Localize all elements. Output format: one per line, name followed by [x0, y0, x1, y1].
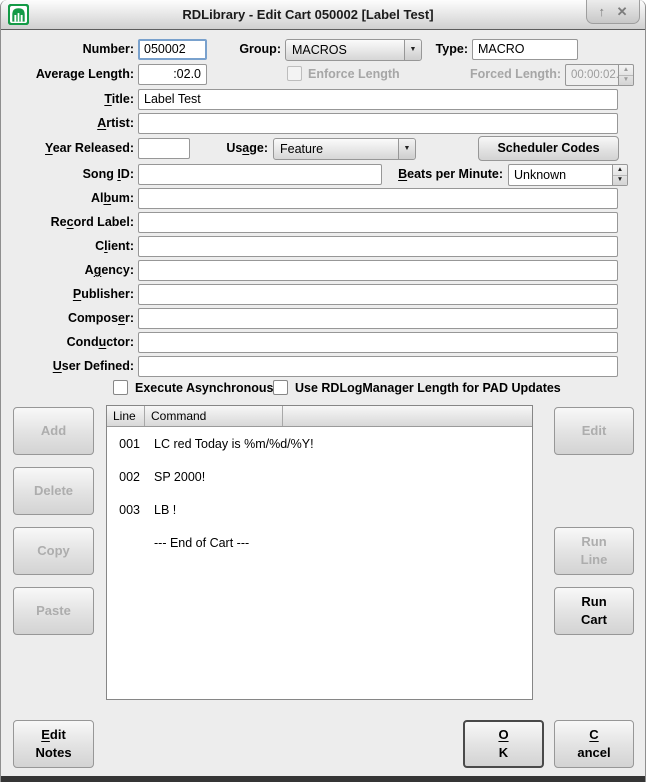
- spin-down-icon[interactable]: ▼: [619, 76, 633, 86]
- chevron-down-icon[interactable]: ▼: [398, 139, 415, 159]
- shade-window-icon[interactable]: ↑: [599, 5, 606, 18]
- scheduler-codes-button[interactable]: Scheduler Codes: [478, 136, 619, 161]
- client-input[interactable]: [138, 236, 618, 257]
- group-value: MACROS: [292, 43, 347, 57]
- column-header-command[interactable]: Command: [145, 406, 283, 426]
- add-button[interactable]: Add: [13, 407, 94, 455]
- ok-button[interactable]: OK: [463, 720, 544, 768]
- edit-button[interactable]: Edit: [554, 407, 634, 455]
- usage-label: Usage:: [205, 138, 268, 159]
- type-field: MACRO: [472, 39, 578, 60]
- window-controls: ↑ ✕: [586, 0, 640, 24]
- close-window-icon[interactable]: ✕: [617, 5, 628, 18]
- record-label-input[interactable]: [138, 212, 618, 233]
- macro-table-header: Line Command: [107, 406, 532, 427]
- artist-label: Artist:: [11, 113, 134, 134]
- macro-command: LC red Today is %m/%d/%Y!: [145, 437, 314, 451]
- beats-per-minute-value: Unknown: [514, 168, 566, 182]
- agency-label: Agency:: [11, 260, 134, 281]
- year-released-label: Year Released:: [11, 138, 134, 159]
- table-row[interactable]: --- End of Cart ---: [107, 526, 532, 559]
- edit-notes-label-2: Notes: [35, 744, 71, 762]
- song-id-label: Song ID:: [11, 164, 134, 185]
- album-input[interactable]: [138, 188, 618, 209]
- macro-line-number: 001: [107, 437, 145, 451]
- type-label: Type:: [405, 39, 468, 60]
- table-row[interactable]: 002 SP 2000!: [107, 460, 532, 493]
- cancel-button[interactable]: Cancel: [554, 720, 634, 768]
- record-label-label: Record Label:: [11, 212, 134, 233]
- copy-button[interactable]: Copy: [13, 527, 94, 575]
- spin-up-icon[interactable]: ▲: [613, 165, 627, 176]
- average-length-input[interactable]: :02.0: [138, 64, 207, 85]
- composer-input[interactable]: [138, 308, 618, 329]
- artist-input[interactable]: [138, 113, 618, 134]
- execute-asynchronously-checkbox[interactable]: [113, 380, 128, 395]
- album-label: Album:: [11, 188, 134, 209]
- publisher-input[interactable]: [138, 284, 618, 305]
- forced-length-spinbox[interactable]: 00:00:02.0 ▲▼: [565, 64, 634, 86]
- macro-table[interactable]: Line Command 001 LC red Today is %m/%d/%…: [106, 405, 533, 700]
- rivendell-logo-icon: [8, 4, 29, 25]
- enforce-length-label: Enforce Length: [308, 66, 400, 82]
- window-frame-bottom: [1, 776, 645, 782]
- conductor-input[interactable]: [138, 332, 618, 353]
- user-defined-input[interactable]: [138, 356, 618, 377]
- macro-line-number: 003: [107, 503, 145, 517]
- window-title: RDLibrary - Edit Cart 050002 [Label Test…: [41, 0, 575, 29]
- edit-cart-window: RDLibrary - Edit Cart 050002 [Label Test…: [0, 0, 646, 782]
- usage-value: Feature: [280, 142, 323, 156]
- paste-button[interactable]: Paste: [13, 587, 94, 635]
- spinner-arrows[interactable]: ▲▼: [618, 65, 633, 85]
- agency-input[interactable]: [138, 260, 618, 281]
- rdlogmanager-pad-checkbox[interactable]: [273, 380, 288, 395]
- table-row[interactable]: 001 LC red Today is %m/%d/%Y!: [107, 427, 532, 460]
- spin-down-icon[interactable]: ▼: [613, 176, 627, 186]
- rdlogmanager-pad-label: Use RDLogManager Length for PAD Updates: [295, 380, 561, 396]
- year-released-input[interactable]: [138, 138, 190, 159]
- forced-length-label: Forced Length:: [437, 64, 561, 85]
- run-cart-label-2: Cart: [581, 611, 607, 629]
- user-defined-label: User Defined:: [11, 356, 134, 377]
- title-label: Title:: [11, 89, 134, 110]
- run-line-button[interactable]: Run Line: [554, 527, 634, 575]
- conductor-label: Conductor:: [11, 332, 134, 353]
- delete-button[interactable]: Delete: [13, 467, 94, 515]
- composer-label: Composer:: [11, 308, 134, 329]
- run-cart-label-1: Run: [581, 593, 606, 611]
- song-id-input[interactable]: [138, 164, 382, 185]
- run-cart-button[interactable]: Run Cart: [554, 587, 634, 635]
- execute-asynchronously-label: Execute Asynchronously: [135, 380, 284, 396]
- number-label: Number:: [11, 39, 134, 60]
- title-input[interactable]: Label Test: [138, 89, 618, 110]
- macro-command: SP 2000!: [145, 470, 205, 484]
- run-line-label-1: Run: [581, 533, 606, 551]
- enforce-length-checkbox[interactable]: [287, 66, 302, 81]
- edit-notes-button[interactable]: Edit Notes: [13, 720, 94, 768]
- spinner-arrows[interactable]: ▲▼: [612, 165, 627, 185]
- client-label: Client:: [11, 236, 134, 257]
- table-row[interactable]: 003 LB !: [107, 493, 532, 526]
- number-input[interactable]: 050002: [138, 39, 207, 60]
- spin-up-icon[interactable]: ▲: [619, 65, 633, 76]
- publisher-label: Publisher:: [11, 284, 134, 305]
- usage-select[interactable]: Feature ▼: [273, 138, 416, 160]
- macro-line-number: 002: [107, 470, 145, 484]
- beats-per-minute-spinbox[interactable]: Unknown ▲▼: [508, 164, 628, 186]
- column-header-line[interactable]: Line: [107, 406, 145, 426]
- edit-notes-label-1: Edit: [41, 726, 66, 744]
- beats-per-minute-label: Beats per Minute:: [391, 164, 503, 185]
- titlebar[interactable]: RDLibrary - Edit Cart 050002 [Label Test…: [1, 0, 645, 30]
- macro-command: --- End of Cart ---: [145, 536, 249, 550]
- macro-command: LB !: [145, 503, 176, 517]
- run-line-label-2: Line: [581, 551, 608, 569]
- column-header-spacer: [283, 406, 532, 426]
- average-length-label: Average Length:: [11, 64, 134, 85]
- group-select[interactable]: MACROS ▼: [285, 39, 422, 61]
- group-label: Group:: [215, 39, 281, 60]
